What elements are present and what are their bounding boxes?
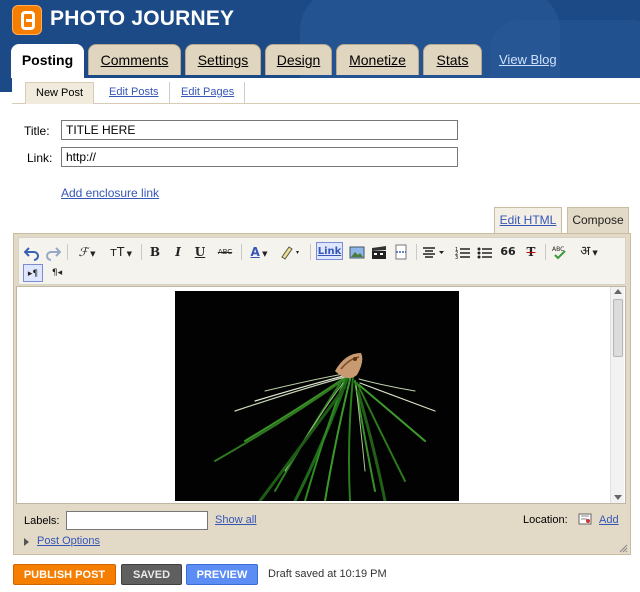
post-body-editor[interactable] <box>16 286 626 504</box>
undo-icon[interactable] <box>23 243 40 261</box>
tab-posting[interactable]: Posting <box>11 44 84 78</box>
spell-check-icon[interactable]: ABC <box>551 243 569 261</box>
remove-formatting-button[interactable]: T <box>523 243 539 261</box>
scroll-down-icon[interactable] <box>614 495 622 500</box>
italic-button[interactable]: I <box>171 243 185 261</box>
align-icon[interactable] <box>421 243 447 261</box>
insert-image-icon[interactable] <box>349 243 365 261</box>
insert-link-button[interactable]: Link <box>316 242 343 260</box>
insert-video-icon[interactable] <box>371 243 387 261</box>
post-options-link[interactable]: Post Options <box>37 535 100 547</box>
tab-comments[interactable]: Comments <box>88 44 181 75</box>
post-editor: ℱ ▼ тT ▼ B I U ABC A ▼ Link 123 66 T ABC… <box>13 233 631 555</box>
highlight-color-icon[interactable] <box>279 243 303 261</box>
labels-label: Labels: <box>24 515 60 527</box>
toolbar-separator <box>545 244 546 260</box>
editor-scrollbar[interactable] <box>610 287 624 503</box>
subtab-edit-posts[interactable]: Edit Posts <box>99 82 170 104</box>
add-enclosure-link[interactable]: Add enclosure link <box>61 186 159 200</box>
toolbar-separator <box>241 244 242 260</box>
subtab-edit-pages[interactable]: Edit Pages <box>171 82 246 104</box>
toolbar-separator <box>416 244 417 260</box>
show-all-labels-link[interactable]: Show all <box>215 514 257 526</box>
tab-design[interactable]: Design <box>265 44 332 75</box>
view-blog-link[interactable]: View Blog <box>499 52 557 67</box>
insert-jump-break-icon[interactable] <box>393 243 409 261</box>
subtab-new-post[interactable]: New Post <box>25 82 95 104</box>
blockquote-button[interactable]: 66 <box>500 243 516 261</box>
location-map-icon[interactable] <box>578 512 592 526</box>
font-size-button[interactable]: тT ▼ <box>107 243 135 261</box>
bulleted-list-icon[interactable] <box>477 243 493 261</box>
add-location-link[interactable]: Add <box>599 514 619 526</box>
posting-subnav: New Post Edit Posts Edit Pages <box>12 78 640 104</box>
toolbar-separator <box>141 244 142 260</box>
draft-status: Draft saved at 10:19 PM <box>268 568 387 580</box>
publish-post-button[interactable]: PUBLISH POST <box>13 564 116 585</box>
link-label: Link: <box>27 151 53 165</box>
text-color-button[interactable]: A ▼ <box>247 243 271 261</box>
title-input[interactable]: TITLE HERE <box>61 120 458 140</box>
svg-text:3: 3 <box>455 255 458 261</box>
scrollbar-thumb[interactable] <box>613 299 623 357</box>
blogger-logo-icon[interactable] <box>12 5 42 35</box>
font-family-button[interactable]: ℱ ▼ <box>74 243 100 261</box>
strikethrough-button[interactable]: ABC <box>215 243 235 261</box>
preview-button[interactable]: PREVIEW <box>186 564 258 585</box>
toolbar-separator <box>310 244 311 260</box>
location-label: Location: <box>523 514 568 526</box>
tab-edit-html[interactable]: Edit HTML <box>494 207 562 234</box>
link-input[interactable]: http:// <box>61 147 458 167</box>
labels-input[interactable] <box>66 511 208 530</box>
expand-arrow-icon[interactable] <box>24 538 29 546</box>
transliteration-button[interactable]: अ ▼ <box>575 243 603 261</box>
left-to-right-button[interactable]: ▸¶ <box>23 264 43 282</box>
post-image[interactable] <box>175 291 459 501</box>
scroll-up-icon[interactable] <box>614 289 622 294</box>
resize-handle-icon[interactable] <box>618 542 628 553</box>
tab-stats[interactable]: Stats <box>423 44 482 75</box>
right-to-left-button[interactable]: ¶◂ <box>48 264 66 282</box>
toolbar-separator <box>67 244 68 260</box>
blog-title[interactable]: PHOTO JOURNEY <box>50 7 234 31</box>
tab-compose[interactable]: Compose <box>567 207 629 234</box>
numbered-list-icon[interactable]: 123 <box>455 243 471 261</box>
editor-toolbar: ℱ ▼ тT ▼ B I U ABC A ▼ Link 123 66 T ABC… <box>18 237 626 285</box>
tab-settings[interactable]: Settings <box>185 44 261 75</box>
bold-button[interactable]: B <box>148 243 162 261</box>
svg-text:ABC: ABC <box>552 246 564 253</box>
title-label: Title: <box>24 124 50 138</box>
save-draft-button[interactable]: SAVED <box>121 564 182 585</box>
redo-icon[interactable] <box>45 243 62 261</box>
tab-monetize[interactable]: Monetize <box>336 44 419 75</box>
underline-button[interactable]: U <box>193 243 207 261</box>
